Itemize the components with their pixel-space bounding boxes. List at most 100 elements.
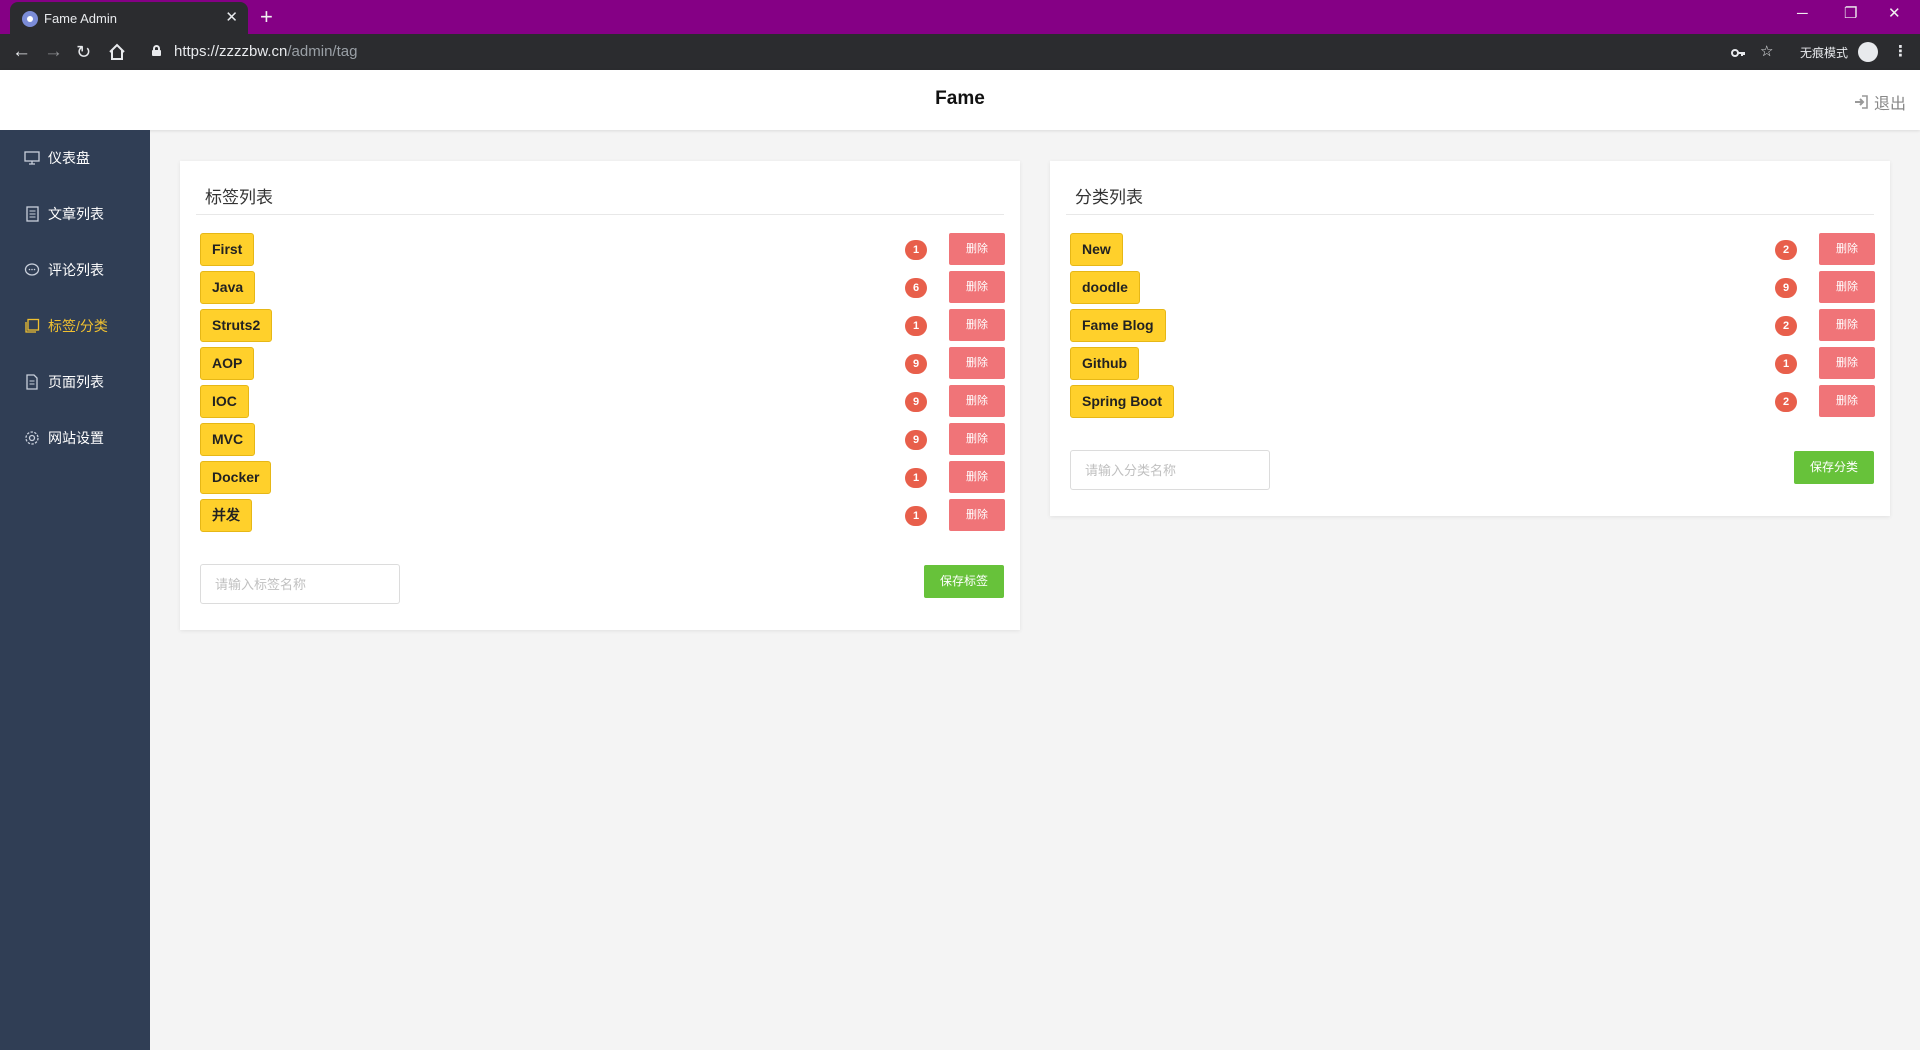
forward-arrow-icon[interactable]: →	[44, 40, 63, 64]
document-list-icon	[26, 206, 39, 222]
delete-button[interactable]: 删除	[949, 309, 1005, 341]
incognito-icon[interactable]	[1858, 42, 1878, 62]
tag-chip[interactable]: Java	[200, 271, 256, 304]
restore-icon[interactable]: ❐	[1844, 4, 1857, 24]
tag-row: IOC 9 删除	[180, 385, 1020, 419]
tag-chip[interactable]: MVC	[200, 423, 256, 456]
categories-card: 分类列表 New 2 删除 doodle 9 删除 Fame Blog 2 删除…	[1050, 161, 1890, 516]
delete-button[interactable]: 删除	[949, 271, 1005, 303]
lock-icon	[152, 45, 161, 56]
logout-label: 退出	[1873, 96, 1906, 113]
delete-button[interactable]: 删除	[949, 233, 1005, 265]
favicon-icon	[22, 11, 38, 27]
tag-row: Docker 1 删除	[180, 461, 1020, 495]
tag-count-badge: 1	[905, 316, 927, 336]
page-icon	[26, 374, 38, 390]
sidebar-item-label: 文章列表	[48, 206, 104, 222]
sidebar-item-label: 标签/分类	[48, 318, 108, 334]
reload-icon[interactable]: ↻	[76, 40, 91, 64]
tag-chip[interactable]: AOP	[200, 347, 255, 380]
sidebar-item-articles[interactable]: 文章列表	[0, 186, 150, 242]
comment-icon	[24, 263, 40, 276]
tag-count-badge: 1	[905, 506, 927, 526]
key-icon[interactable]	[1730, 42, 1746, 67]
delete-button[interactable]: 删除	[949, 499, 1005, 531]
sidebar-item-label: 评论列表	[48, 262, 104, 278]
category-chip[interactable]: New	[1070, 233, 1123, 266]
tag-count-badge: 6	[905, 278, 927, 298]
tag-row: Struts2 1 删除	[180, 309, 1020, 343]
tags-icon	[25, 318, 40, 333]
delete-button[interactable]: 删除	[1819, 309, 1875, 341]
divider	[196, 214, 1004, 215]
minimize-icon[interactable]: ─	[1797, 4, 1808, 24]
sidebar-item-label: 仪表盘	[48, 150, 90, 166]
delete-button[interactable]: 删除	[1819, 233, 1875, 265]
app-header: Fame 退出	[0, 70, 1920, 130]
tag-row: Java 6 删除	[180, 271, 1020, 305]
tag-count-badge: 9	[905, 430, 927, 450]
sidebar-item-pages[interactable]: 页面列表	[0, 354, 150, 410]
sidebar-item-label: 页面列表	[48, 374, 104, 390]
save-category-button[interactable]: 保存分类	[1794, 451, 1874, 484]
sidebar-item-comments[interactable]: 评论列表	[0, 242, 150, 298]
url-host: https://zzzzbw.cn	[174, 43, 288, 60]
sidebar-item-label: 网站设置	[48, 430, 104, 446]
home-icon[interactable]	[108, 40, 126, 68]
tag-name-input[interactable]	[200, 564, 400, 604]
tag-count-badge: 9	[905, 392, 927, 412]
category-chip[interactable]: Spring Boot	[1070, 385, 1175, 418]
delete-button[interactable]: 删除	[949, 461, 1005, 493]
sidebar-item-settings[interactable]: 网站设置	[0, 410, 150, 466]
tag-row: 并发 1 删除	[180, 499, 1020, 533]
tag-chip[interactable]: Docker	[200, 461, 272, 494]
tag-count-badge: 1	[905, 240, 927, 260]
logout-button[interactable]: 退出	[1854, 90, 1906, 114]
browser-tab-bar: Fame Admin ✕ + ─ ❐ ✕	[0, 0, 1920, 34]
url-path: /admin/tag	[287, 43, 358, 60]
star-icon[interactable]: ☆	[1760, 42, 1773, 62]
back-arrow-icon[interactable]: ←	[12, 40, 31, 64]
category-chip[interactable]: doodle	[1070, 271, 1140, 304]
category-count-badge: 2	[1775, 240, 1797, 260]
category-row: New 2 删除	[1050, 233, 1890, 267]
gear-icon	[25, 431, 39, 445]
address-bar[interactable]: https://zzzzbw.cn/admin/tag	[174, 43, 357, 60]
window-close-icon[interactable]: ✕	[1888, 4, 1901, 24]
tag-count-badge: 9	[905, 354, 927, 374]
category-chip[interactable]: Github	[1070, 347, 1140, 380]
delete-button[interactable]: 删除	[1819, 385, 1875, 417]
delete-button[interactable]: 删除	[949, 385, 1005, 417]
categories-card-title: 分类列表	[1075, 188, 1143, 207]
divider	[1066, 214, 1874, 215]
delete-button[interactable]: 删除	[1819, 271, 1875, 303]
save-tag-button[interactable]: 保存标签	[924, 565, 1004, 598]
tag-row: First 1 删除	[180, 233, 1020, 267]
tags-card-title: 标签列表	[205, 188, 273, 207]
category-count-badge: 1	[1775, 354, 1797, 374]
category-chip[interactable]: Fame Blog	[1070, 309, 1166, 342]
category-row: Spring Boot 2 删除	[1050, 385, 1890, 419]
category-row: Github 1 删除	[1050, 347, 1890, 381]
category-name-input[interactable]	[1070, 450, 1270, 490]
tag-chip[interactable]: IOC	[200, 385, 249, 418]
browser-tab[interactable]: Fame Admin ✕	[10, 2, 248, 34]
delete-button[interactable]: 删除	[949, 423, 1005, 455]
new-tab-icon[interactable]: +	[260, 3, 273, 31]
incognito-label: 无痕模式	[1800, 46, 1849, 60]
sidebar-item-tags[interactable]: 标签/分类	[0, 298, 150, 354]
monitor-icon	[24, 151, 40, 165]
tag-chip[interactable]: 并发	[200, 499, 252, 532]
app-title: Fame	[935, 88, 985, 109]
delete-button[interactable]: 删除	[949, 347, 1005, 379]
tag-chip[interactable]: First	[200, 233, 255, 266]
category-count-badge: 9	[1775, 278, 1797, 298]
category-count-badge: 2	[1775, 392, 1797, 412]
menu-dots-icon[interactable]: ⋮	[1893, 42, 1908, 62]
delete-button[interactable]: 删除	[1819, 347, 1875, 379]
category-count-badge: 2	[1775, 316, 1797, 336]
browser-toolbar: ← → ↻ https://zzzzbw.cn/admin/tag ☆ 无痕模式…	[0, 34, 1920, 70]
tab-close-icon[interactable]: ✕	[225, 8, 238, 28]
tag-chip[interactable]: Struts2	[200, 309, 273, 342]
sidebar-item-dashboard[interactable]: 仪表盘	[0, 130, 150, 186]
